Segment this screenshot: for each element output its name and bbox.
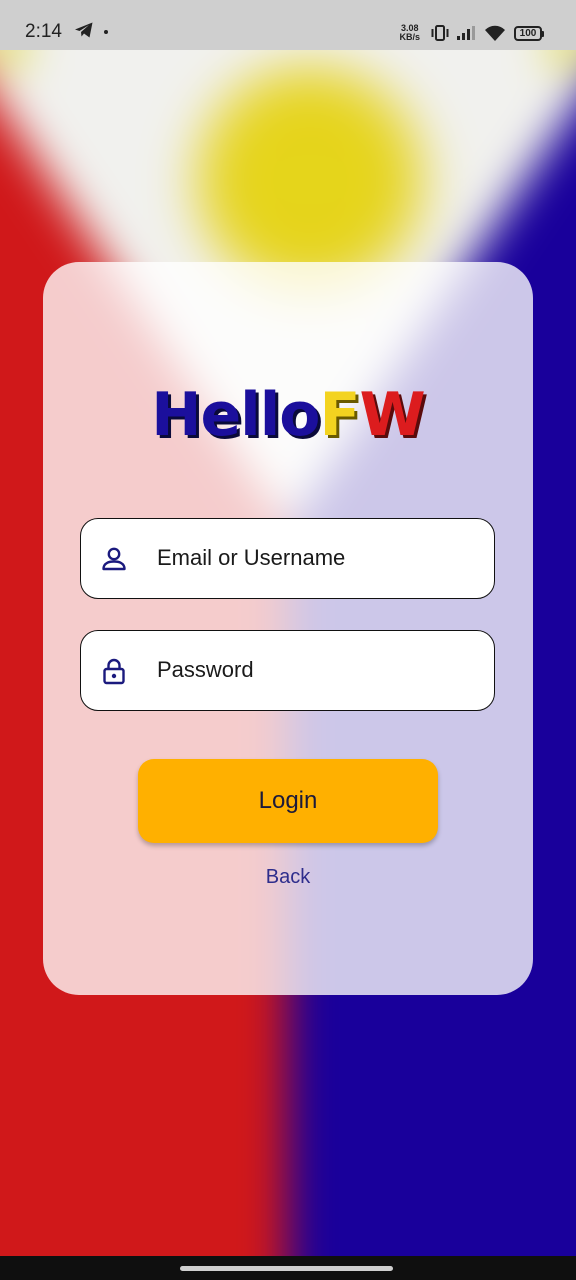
- lock-icon: [100, 657, 128, 685]
- network-speed: 3.08 KB/s: [399, 24, 420, 42]
- status-time: 2:14: [25, 21, 62, 42]
- navigation-bar: [0, 1256, 576, 1280]
- vibrate-icon: [430, 24, 450, 42]
- app-logo: HelloFW: [43, 380, 533, 450]
- signal-icon: [456, 25, 478, 41]
- username-input[interactable]: [157, 519, 477, 597]
- status-notifications: [74, 22, 108, 42]
- logo-hello-text: Hello: [151, 380, 320, 450]
- status-indicators: 3.08 KB/s 100: [399, 21, 544, 45]
- network-speed-unit: KB/s: [399, 32, 420, 42]
- logo-w-text: W: [359, 380, 426, 450]
- login-button[interactable]: Login: [138, 759, 438, 843]
- home-gesture-handle[interactable]: [180, 1266, 393, 1271]
- back-link[interactable]: Back: [43, 866, 533, 889]
- telegram-icon: [74, 21, 94, 44]
- notification-dot-icon: [104, 30, 108, 34]
- wifi-icon: [484, 25, 506, 42]
- status-bar: 2:14 3.08 KB/s 100: [0, 0, 576, 50]
- logo-f-text: F: [319, 380, 361, 450]
- password-input[interactable]: [157, 631, 477, 709]
- battery-icon: 100: [514, 25, 544, 41]
- username-field[interactable]: [80, 518, 495, 599]
- login-card: HelloFW Login Back: [43, 262, 533, 995]
- password-field[interactable]: [80, 630, 495, 711]
- person-icon: [100, 545, 128, 573]
